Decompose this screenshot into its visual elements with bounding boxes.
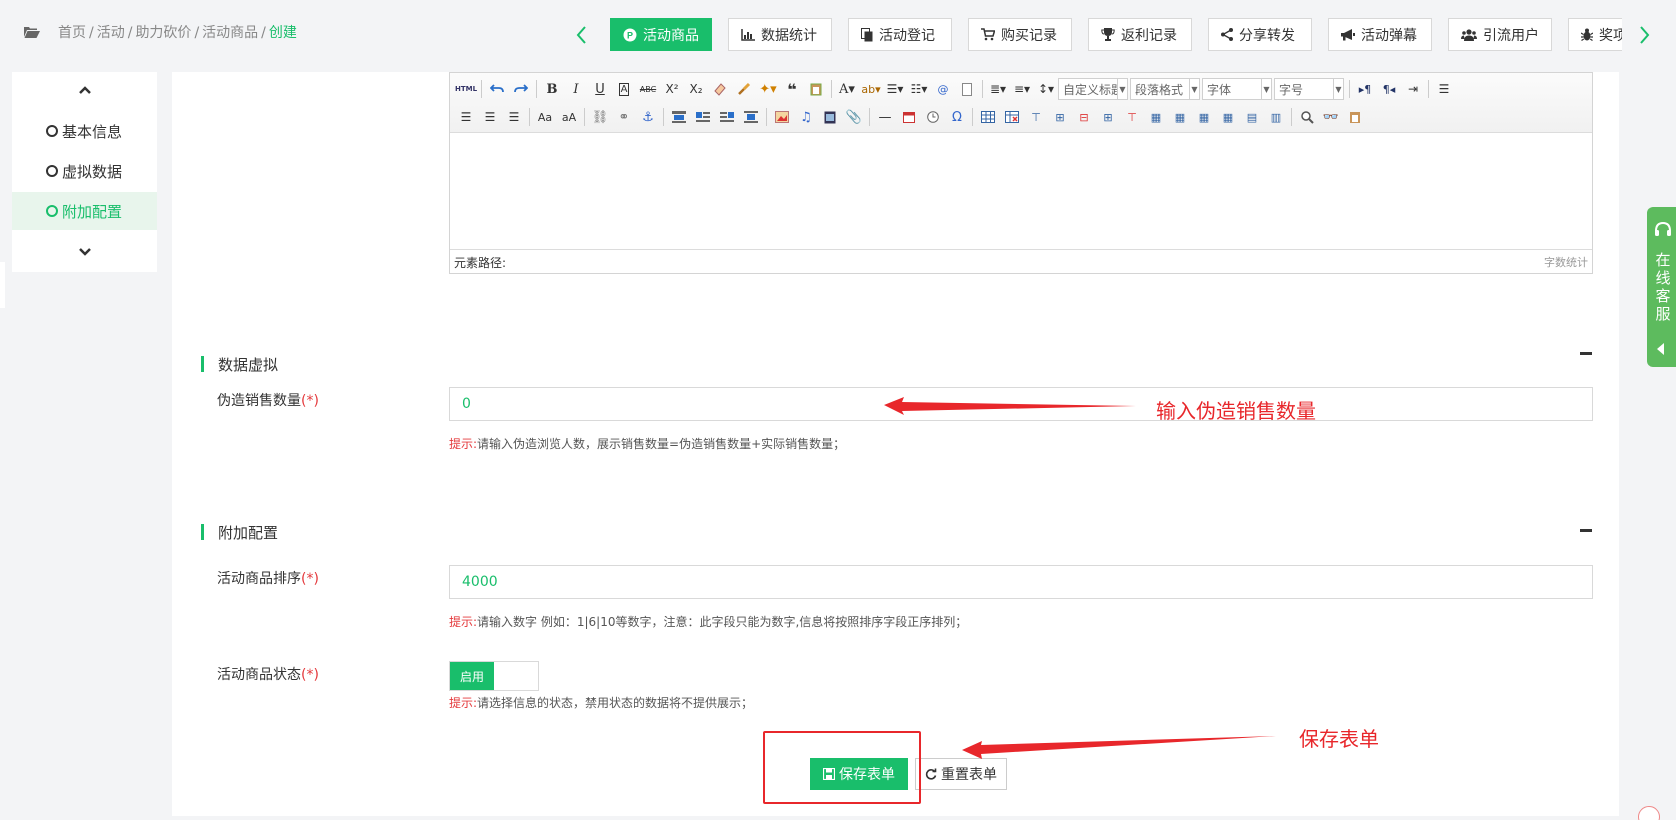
annotation-arrows (884, 397, 1276, 759)
save-annotation-text: 保存表单 (1299, 727, 1379, 751)
headset-icon (1655, 221, 1671, 236)
online-service-widget[interactable]: 在线客服 (1647, 207, 1676, 367)
caret-left-icon (1657, 343, 1664, 355)
sales-annotation-text: 输入伪造销售数量 (1156, 399, 1316, 423)
save-arrow (962, 736, 1276, 759)
online-service-label: 在线客服 (1655, 251, 1671, 323)
sales-arrow (884, 397, 1136, 415)
